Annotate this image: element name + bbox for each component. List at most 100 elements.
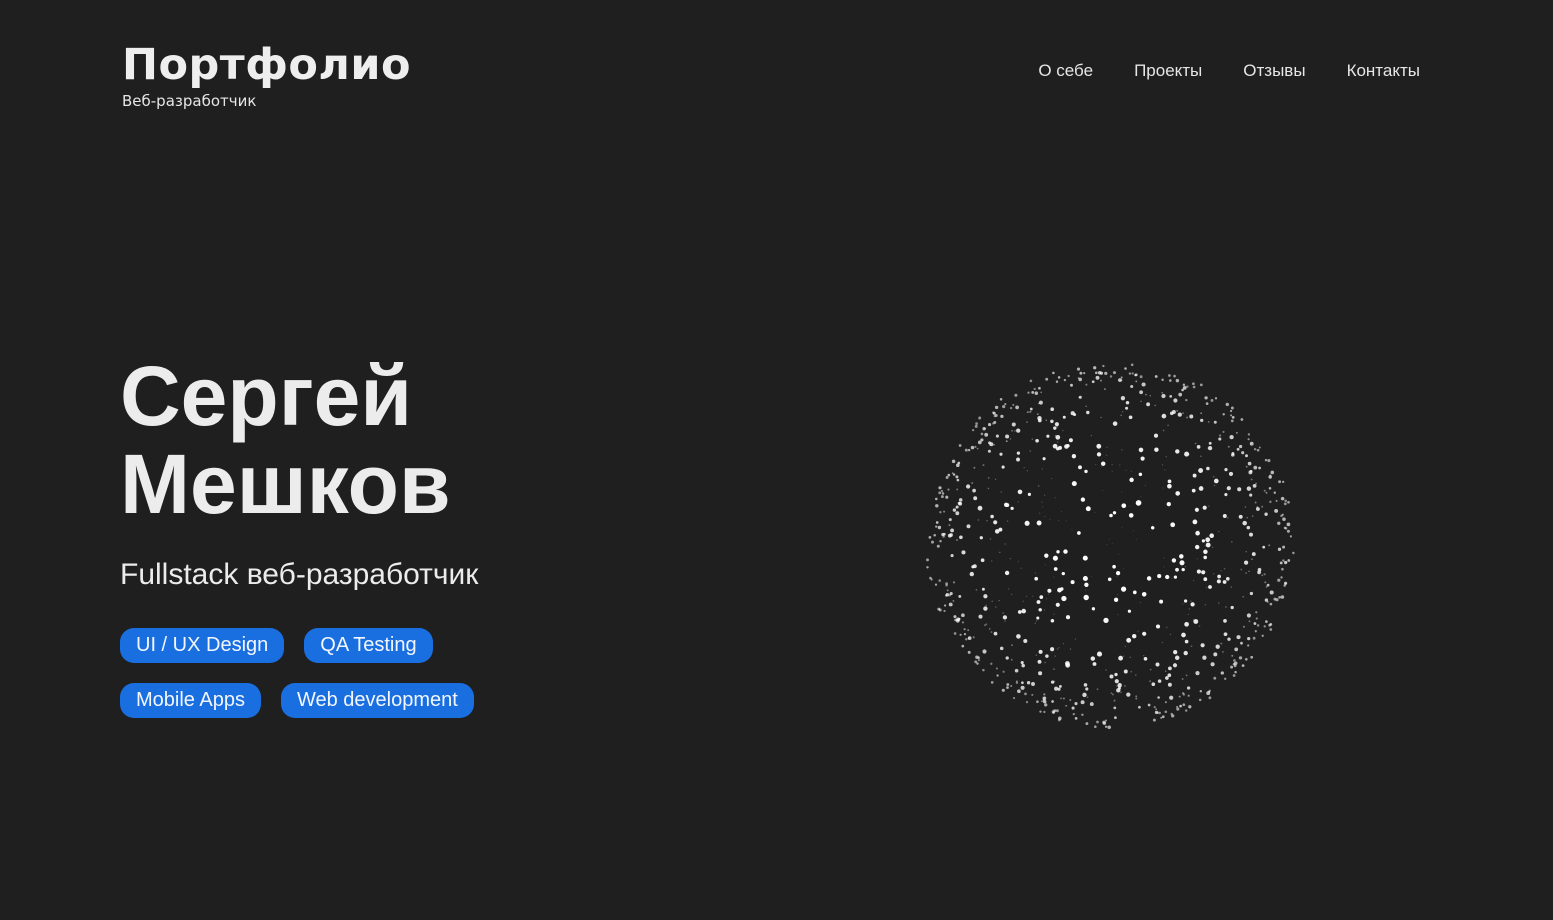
particle-dot <box>945 584 948 587</box>
particle-dot <box>1261 574 1264 577</box>
particle-dot <box>953 632 957 635</box>
particle-dot <box>940 495 944 499</box>
particle-dot <box>1143 655 1145 657</box>
particle-dot <box>1171 558 1177 563</box>
particle-dot <box>1247 433 1251 436</box>
particle-dot <box>1255 482 1257 485</box>
particle-dot <box>1170 522 1176 528</box>
particle-dot <box>1224 467 1228 472</box>
particle-dot <box>1035 654 1038 656</box>
particle-dot <box>1203 577 1208 582</box>
particle-dot <box>1157 679 1162 683</box>
particle-dot <box>1037 418 1042 423</box>
particle-dot <box>1217 574 1221 579</box>
particle-dot <box>1037 659 1042 664</box>
particle-dot <box>1251 515 1254 517</box>
particle-dot <box>1046 598 1048 600</box>
particle-dot <box>1063 415 1065 418</box>
particle-dot <box>1246 486 1252 491</box>
particle-dot <box>1026 411 1029 414</box>
particle-dot <box>964 638 968 641</box>
particle-dot <box>967 650 971 654</box>
particle-dot <box>1230 406 1234 410</box>
particle-dot <box>965 484 971 489</box>
particle-dot <box>1283 526 1287 530</box>
particle-dot <box>1107 725 1111 730</box>
particle-dot <box>1196 569 1201 574</box>
particle-dot <box>1230 605 1234 610</box>
nav-link-projects[interactable]: Проекты <box>1134 61 1202 81</box>
particle-dot <box>1245 454 1248 458</box>
tag-web-development: Web development <box>280 683 474 718</box>
particle-dot <box>1208 689 1211 692</box>
particle-dot <box>1198 698 1202 702</box>
particle-dot <box>1253 622 1257 625</box>
hero-content: Сергей Мешков Fullstack веб-разработчик … <box>120 352 680 718</box>
particle-dot <box>1042 506 1044 508</box>
particle-dot <box>1222 651 1224 653</box>
particle-dot <box>1240 641 1243 645</box>
particle-dot <box>1004 620 1006 622</box>
brand-title[interactable]: Портфолио <box>122 40 411 90</box>
particle-dot <box>1178 695 1181 698</box>
particle-dot <box>1014 668 1019 673</box>
particle-dot <box>1039 595 1044 599</box>
particle-dot <box>995 606 997 608</box>
particle-dot <box>1182 703 1186 707</box>
particle-dot <box>1010 685 1013 687</box>
particle-dot <box>938 579 941 582</box>
particle-dot <box>963 632 967 636</box>
nav-link-reviews[interactable]: Отзывы <box>1243 61 1305 81</box>
particle-dot <box>982 649 987 654</box>
particle-dot <box>1278 480 1282 484</box>
particle-dot <box>1152 718 1156 722</box>
particle-dot <box>1243 560 1249 565</box>
particle-dot <box>1120 414 1122 417</box>
particle-dot <box>1179 560 1185 566</box>
particle-dot <box>1252 484 1257 488</box>
brand[interactable]: Портфолио Веб-разработчик <box>122 40 411 110</box>
particle-dot <box>1284 499 1287 503</box>
particle-dot <box>1144 485 1146 487</box>
particle-dot <box>995 667 998 670</box>
particle-dot <box>1231 541 1233 543</box>
particle-dot <box>1054 655 1056 657</box>
particle-dot <box>1257 570 1261 575</box>
particle-dot <box>1261 634 1264 637</box>
particle-dot <box>987 487 990 490</box>
particle-dot <box>946 589 949 592</box>
particle-dot <box>1065 615 1071 620</box>
nav-link-about[interactable]: О себе <box>1038 61 1093 81</box>
particle-dot <box>1130 470 1132 472</box>
particle-dot <box>1192 579 1195 582</box>
particle-dot <box>945 476 949 479</box>
particle-dot <box>1250 478 1253 481</box>
particle-dot <box>1192 519 1198 525</box>
particle-dot <box>1074 702 1078 706</box>
particle-dot <box>1251 558 1253 560</box>
particle-dot <box>956 488 959 491</box>
particle-dot <box>1255 617 1258 620</box>
particle-dot <box>1178 392 1183 397</box>
particle-dot <box>1249 441 1254 446</box>
nav-link-contacts[interactable]: Контакты <box>1347 61 1420 81</box>
particle-dot <box>1017 560 1020 562</box>
particle-dot <box>984 624 986 627</box>
particle-dot <box>1016 451 1021 455</box>
particle-dot <box>1230 414 1233 417</box>
particle-dot <box>1280 595 1285 599</box>
particle-dot <box>1111 463 1113 466</box>
particle-dot <box>1031 693 1034 696</box>
particle-dot <box>1204 396 1208 400</box>
particle-dot <box>1246 516 1249 519</box>
particle-dot <box>1014 430 1016 432</box>
particle-dot <box>1017 501 1019 503</box>
particle-dot <box>975 655 979 659</box>
particle-dot <box>956 539 958 541</box>
particle-dot <box>1125 400 1130 405</box>
particle-dot <box>1074 717 1078 720</box>
particle-dot <box>971 482 974 484</box>
particle-dot <box>1004 570 1010 576</box>
particle-dot <box>1071 706 1075 710</box>
particle-dot <box>1096 443 1102 449</box>
